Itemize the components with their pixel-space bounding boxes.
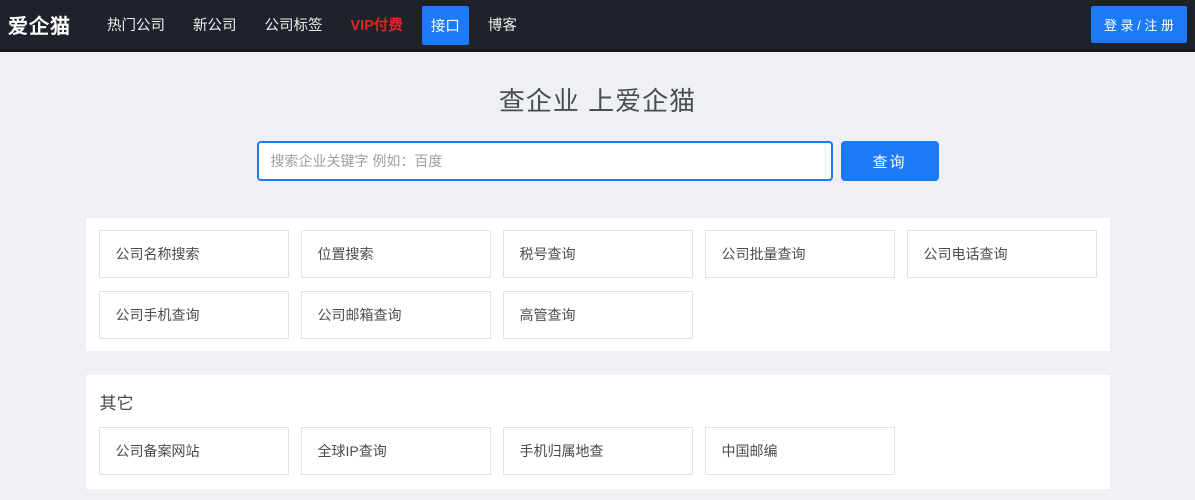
tool-card-label: 公司手机查询 (116, 305, 200, 325)
tool-card-company-name-search[interactable]: 公司名称搜索 (99, 230, 289, 278)
tool-card-company-email-lookup[interactable]: 公司邮箱查询 (301, 291, 491, 339)
tool-card-executive-lookup[interactable]: 高管查询 (503, 291, 693, 339)
nav-item-hot-companies[interactable]: 热门公司 (98, 0, 174, 49)
search-button[interactable]: 查询 (841, 141, 939, 181)
tool-card-company-icp-sites[interactable]: 公司备案网站 (99, 427, 289, 475)
tool-card-tax-id-lookup[interactable]: 税号查询 (503, 230, 693, 278)
nav-item-company-tags[interactable]: 公司标签 (256, 0, 332, 49)
tool-card-label: 全球IP查询 (318, 441, 387, 461)
other-tools-panel: 其它 公司备案网站 全球IP查询 手机归属地查 中国邮编 (86, 375, 1110, 489)
other-section-title: 其它 (100, 389, 1097, 414)
search-input[interactable] (257, 141, 833, 181)
tool-card-label: 中国邮编 (722, 441, 778, 461)
nav-item-api[interactable]: 接口 (422, 6, 469, 45)
tool-card-company-phone-lookup[interactable]: 公司电话查询 (907, 230, 1097, 278)
login-register-button[interactable]: 登 录 / 注 册 (1091, 6, 1187, 43)
tool-card-company-batch-lookup[interactable]: 公司批量查询 (705, 230, 895, 278)
site-logo[interactable]: 爱企猫 (8, 0, 71, 49)
other-card-grid: 公司备案网站 全球IP查询 手机归属地查 中国邮编 (99, 427, 1097, 475)
nav-item-blog[interactable]: 博客 (479, 0, 526, 49)
tool-card-location-search[interactable]: 位置搜索 (301, 230, 491, 278)
tool-card-china-postal-code[interactable]: 中国邮编 (705, 427, 895, 475)
tool-card-label: 公司名称搜索 (116, 244, 200, 264)
search-bar: 查询 (257, 141, 939, 181)
tools-panel: 公司名称搜索 位置搜索 税号查询 公司批量查询 公司电话查询公司手机查询 公司邮箱查询 高管… (86, 218, 1110, 351)
tool-card-global-ip-lookup[interactable]: 全球IP查询 (301, 427, 491, 475)
tool-card-label: 公司邮箱查询 (318, 305, 402, 325)
tool-card-mobile-location-lookup[interactable]: 手机归属地查 (503, 427, 693, 475)
tool-card-label: 税号查询 (520, 244, 576, 264)
tool-card-label: 高管查询 (520, 305, 576, 325)
tool-card-label: 手机归属地查 (520, 441, 604, 461)
tool-card-company-mobile-lookup[interactable]: 公司手机查询 (99, 291, 289, 339)
tool-card-label: 公司电话查询 (924, 244, 1008, 264)
page-title: 查企业 上爱企猫 (0, 81, 1195, 118)
tool-card-label: 位置搜索 (318, 244, 374, 264)
main-content: 查企业 上爱企猫 查询 公司名称搜索位置搜索税号查询公司批量查询公司电话查询公司… (0, 81, 1195, 489)
main-nav: 热门公司新公司公司标签VIP付费接口博客 (93, 0, 531, 49)
tool-card-label: 公司备案网站 (116, 441, 200, 461)
navbar: 爱企猫 热门公司新公司公司标签VIP付费接口博客 登 录 / 注 册 (0, 0, 1195, 52)
nav-item-vip-pay[interactable]: VIP付费 (342, 0, 412, 49)
nav-item-new-companies[interactable]: 新公司 (184, 0, 246, 49)
tool-card-label: 公司批量查询 (722, 244, 806, 264)
tools-card-grid: 公司名称搜索 位置搜索 税号查询 公司批量查询 公司电话查询公司手机查询 公司邮箱查询 高管… (99, 230, 1097, 339)
